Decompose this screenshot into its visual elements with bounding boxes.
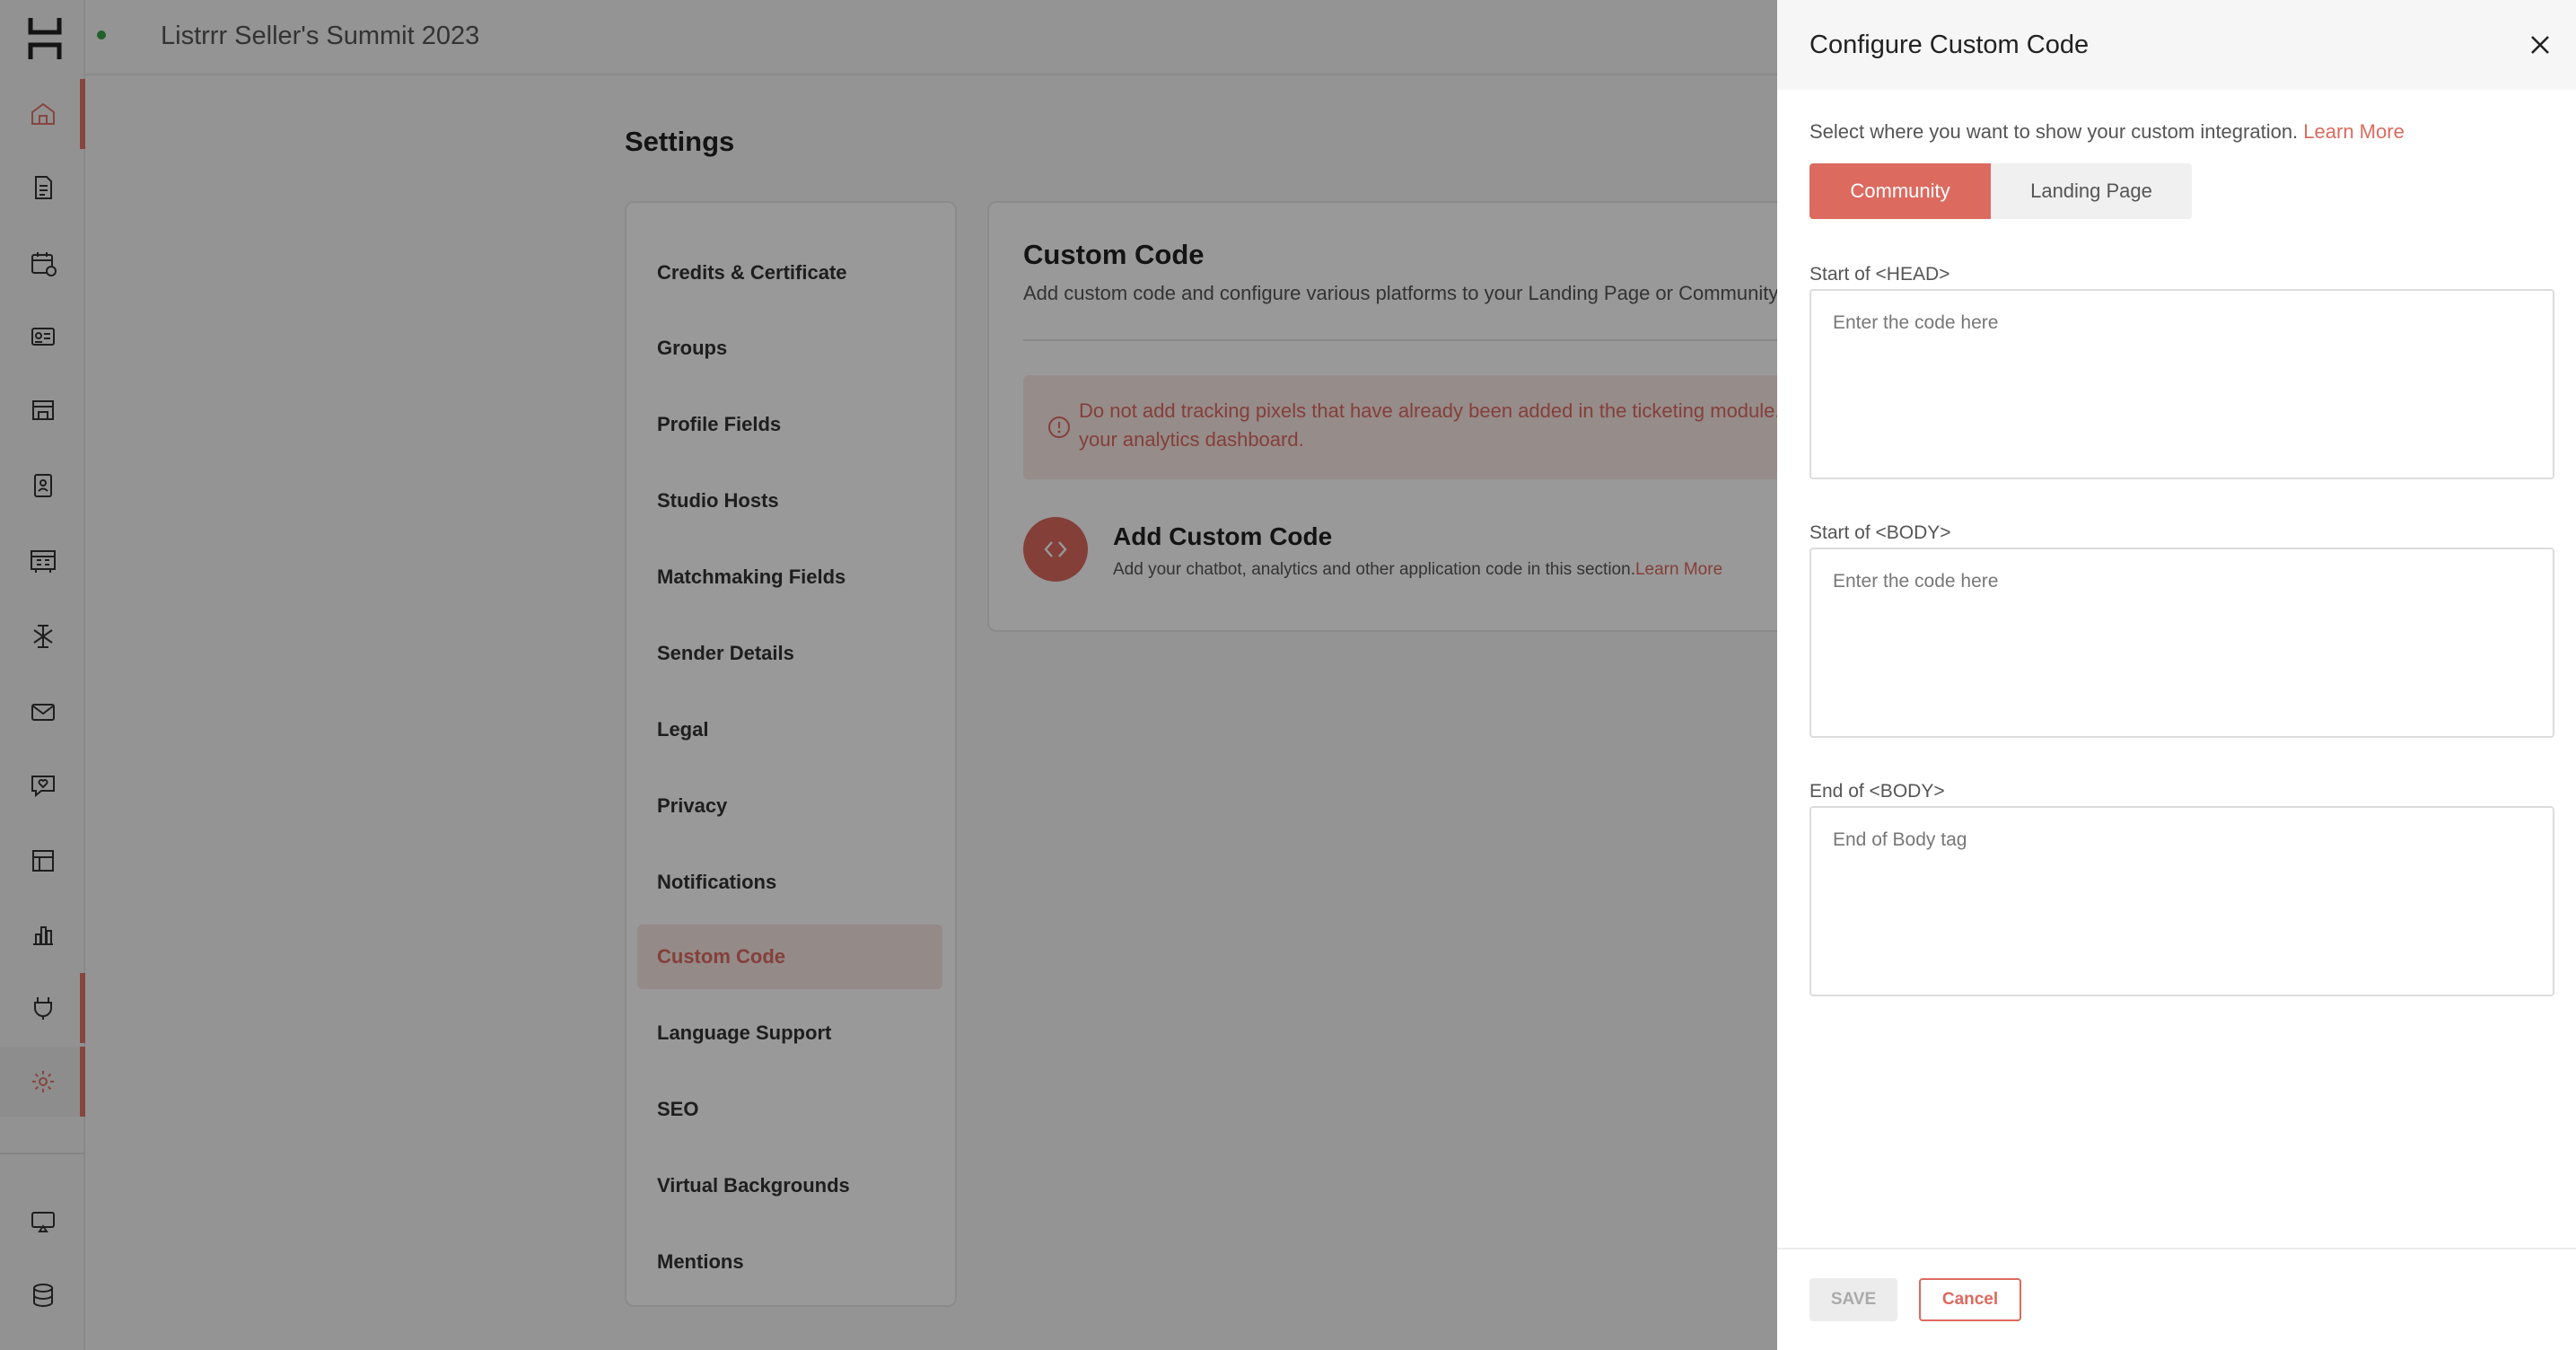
head-field-label: Start of <HEAD>	[1809, 264, 1950, 285]
body-start-code-input[interactable]	[1809, 548, 2554, 738]
drawer-title: Configure Custom Code	[1809, 31, 2090, 59]
drawer-description-text: Select where you want to show your custo…	[1809, 120, 2299, 143]
segment-community[interactable]: Community	[1809, 163, 1991, 219]
cancel-button[interactable]: Cancel	[1919, 1278, 2021, 1321]
segment-landing-page[interactable]: Landing Page	[1991, 163, 2192, 219]
body-end-field-label: End of <BODY>	[1809, 781, 1945, 802]
drawer-footer-divider	[1777, 1248, 2576, 1249]
close-button[interactable]	[2522, 27, 2558, 63]
drawer-description: Select where you want to show your custo…	[1809, 120, 2405, 144]
body-end-code-input[interactable]	[1809, 806, 2554, 996]
head-code-input[interactable]	[1809, 289, 2554, 479]
body-start-field-label: Start of <BODY>	[1809, 522, 1951, 543]
save-button[interactable]: SAVE	[1809, 1278, 1897, 1321]
drawer-header: Configure Custom Code	[1777, 0, 2576, 90]
configure-custom-code-drawer: Configure Custom Code Select where you w…	[1777, 0, 2576, 1350]
modal-overlay[interactable]	[0, 0, 1777, 1350]
close-icon	[2531, 36, 2549, 54]
drawer-learn-more-link[interactable]: Learn More	[2303, 120, 2405, 143]
